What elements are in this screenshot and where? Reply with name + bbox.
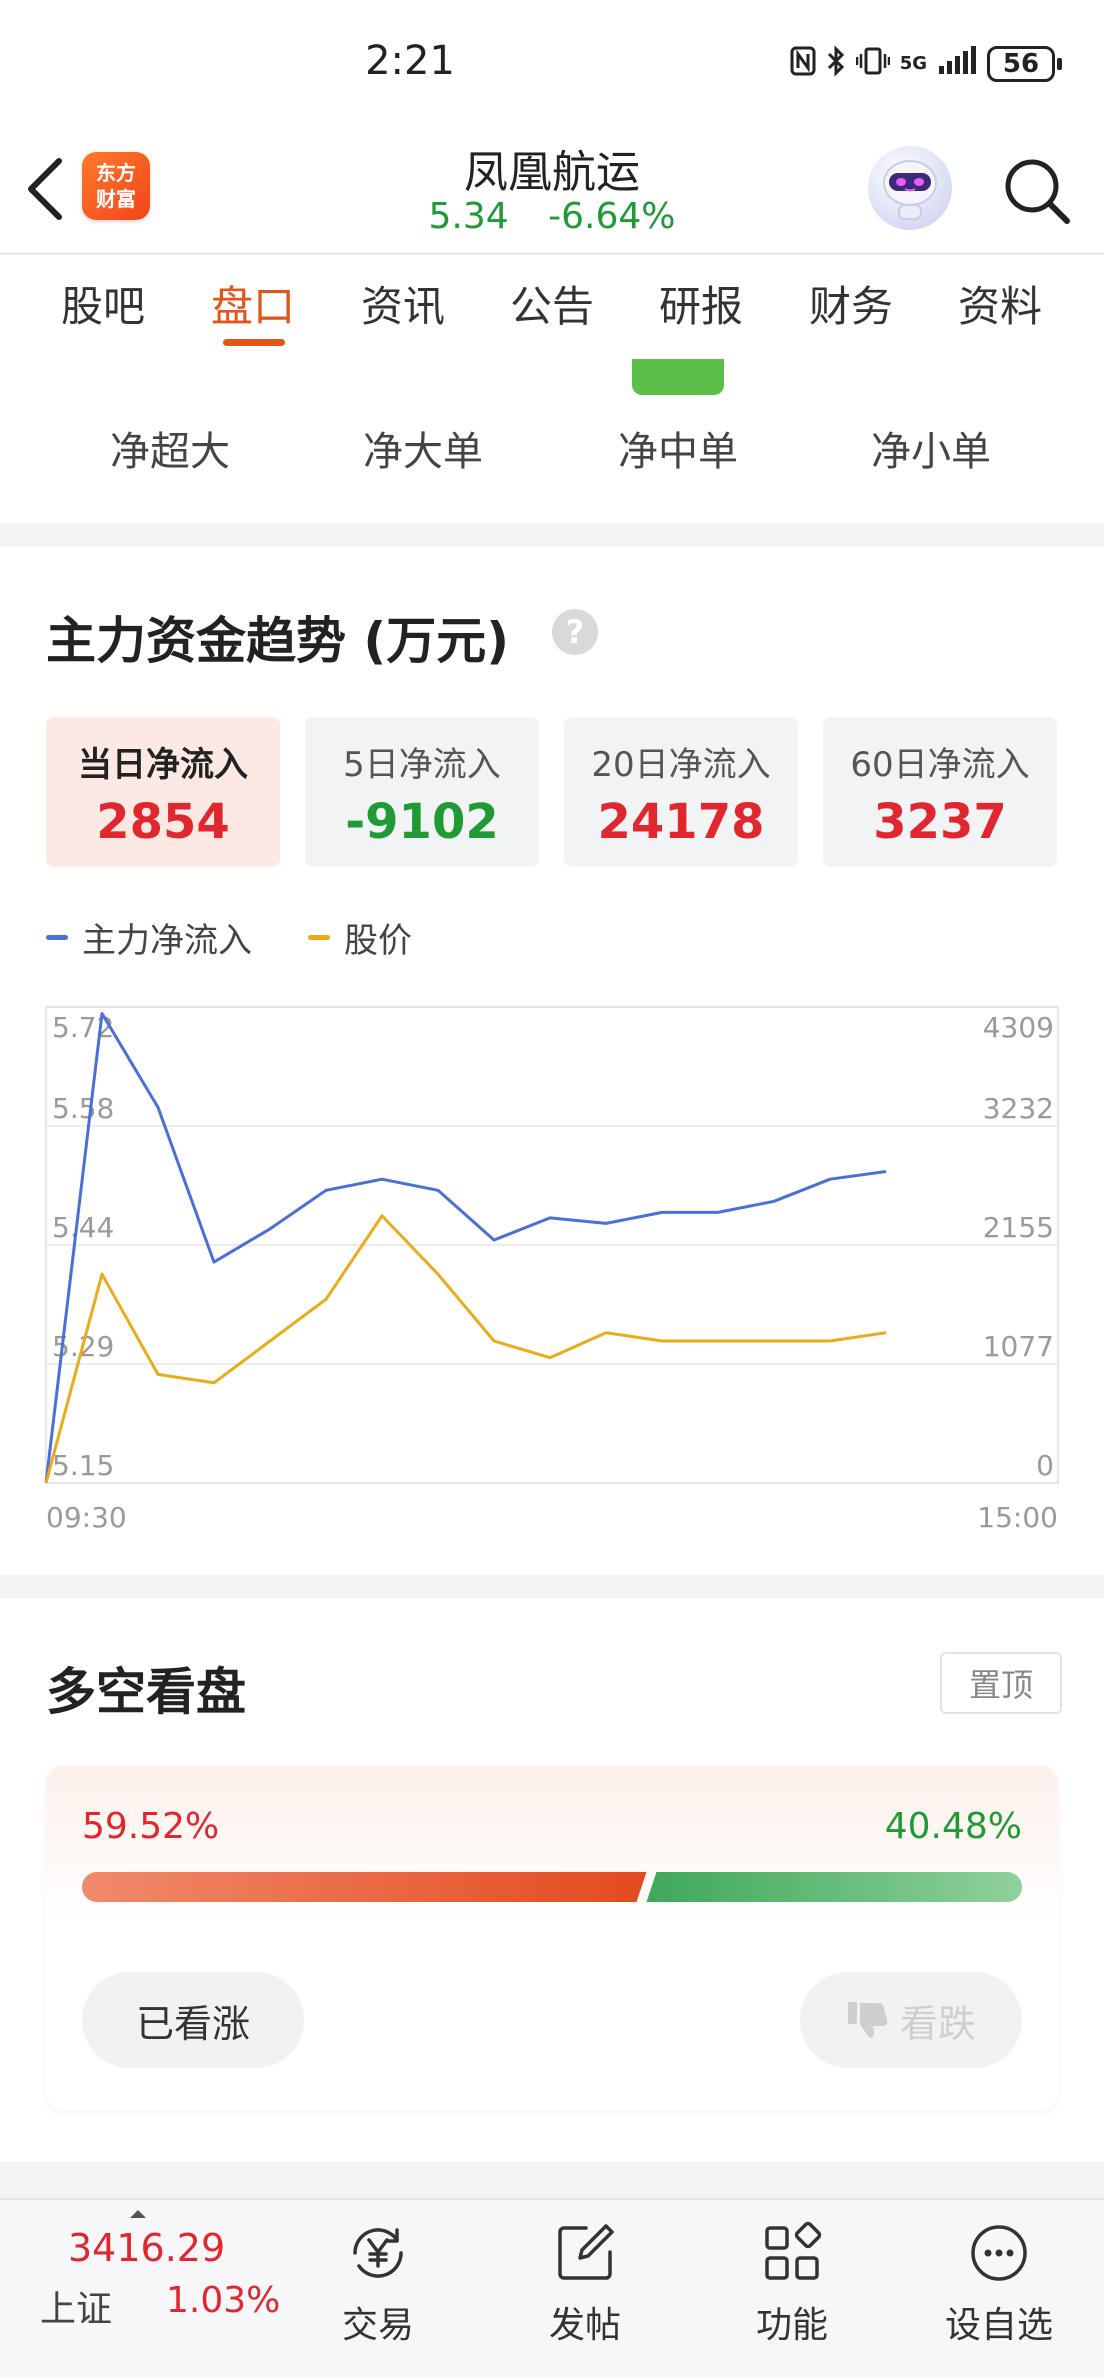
vote-panel: 59.52% 40.48% 已看涨 看跌 [46,1766,1058,2110]
tab-guba[interactable]: 股吧 [28,255,178,359]
fund-trend-card: 主力资金趋势 (万元) ? 当日净流入 2854 5日净流入 -9102 20日… [0,547,1104,1575]
bluetooth-icon [826,44,846,84]
thumbs-down-icon [847,2002,888,2038]
legend-item-price: 股价 [308,913,412,962]
robot-icon [883,160,937,220]
battery-indicator: 56 [987,46,1055,82]
nav-label-functions: 功能 [755,2305,828,2346]
right-axis-tick: 3232 [983,1092,1054,1125]
bottom-nav: 3416.29 上证 1.03% 交易 发帖 功能 设自选 [0,2198,1104,2378]
period-60d[interactable]: 60日净流入 3237 [823,717,1057,867]
subtab-net-super-large[interactable]: 净超大 [70,419,270,477]
bear-segment [646,1872,1022,1902]
sentiment-bar [82,1872,1022,1902]
period-20d[interactable]: 20日净流入 24178 [564,717,798,867]
status-time: 2:21 [365,38,455,84]
period-label: 当日净流入 [78,745,248,785]
nav-trade[interactable]: 交易 [308,2214,448,2364]
nav-functions[interactable]: 功能 [722,2214,862,2364]
tab-profile[interactable]: 资料 [925,255,1075,359]
series-line-stock-price [44,1214,887,1484]
period-5d[interactable]: 5日净流入 -9102 [305,717,539,867]
search-button[interactable] [996,150,1076,230]
tab-research[interactable]: 研报 [626,255,776,359]
period-value: 3237 [873,794,1007,850]
period-value: 24178 [597,794,765,850]
period-label: 20日净流入 [591,745,771,785]
bear-percentage: 40.48% [884,1806,1022,1847]
bearish-button[interactable]: 看跌 [800,1972,1022,2068]
apps-grid-icon [765,2221,822,2280]
series-line-net-inflow [44,1012,887,1484]
pin-button[interactable]: 置顶 [940,1652,1062,1714]
order-size-tabs: 净超大 净大单 净中单 净小单 [0,359,1104,523]
fund-trend-title: 主力资金趋势 (万元) [46,612,510,670]
right-axis-tick: 2155 [983,1211,1054,1244]
bull-bear-card: 多空看盘 置顶 59.52% 40.48% 已看涨 看跌 [0,1598,1104,2162]
vibrate-icon [855,46,890,83]
signal-icon [937,45,977,83]
nav-post[interactable]: 发帖 [515,2214,655,2364]
search-icon [1005,159,1070,224]
bull-segment [82,1872,647,1902]
battery-tip [1057,58,1062,70]
stock-price: 5.34 [428,196,509,237]
tab-finance[interactable]: 财务 [776,255,926,359]
subtab-net-medium[interactable]: 净中单 [578,419,778,477]
nav-label-watchlist: 设自选 [944,2305,1053,2346]
yen-refresh-icon [353,2228,403,2278]
nav-label-trade: 交易 [341,2305,414,2346]
bearish-label: 看跌 [899,2001,976,2046]
legend-swatch-price [308,935,330,940]
network-type: 5G [899,53,927,74]
period-label: 5日净流入 [343,745,501,785]
nav-label-post: 发帖 [548,2305,621,2346]
nfc-icon [790,46,816,83]
bull-bear-title: 多空看盘 [46,1663,246,1721]
period-value: 2854 [96,794,230,850]
chart-svg: 5.72 43095.58 32325.44 21555.29 10775.15 009:… [44,1006,1059,1534]
selected-subtab-marker [632,359,724,395]
tab-news[interactable]: 资讯 [328,255,478,359]
sentiment-svg [82,1872,1022,1902]
legend-label-price: 股价 [344,921,412,961]
left-axis-tick: 5.44 [52,1211,114,1244]
stock-change-pct: -6.64% [548,196,676,237]
legend-item-flow: 主力净流入 [46,913,252,962]
status-bar: 2:21 5G 56 [0,0,1104,130]
left-axis-tick: 5.58 [52,1092,114,1125]
ai-assistant-button[interactable] [868,146,952,230]
tab-bar: 股吧 盘口 资讯 公告 研报 财务 资料 [0,253,1104,361]
x-axis-label-start: 09:30 [46,1501,127,1534]
right-axis-tick: 1077 [983,1330,1054,1363]
more-dots-icon [971,2225,1027,2281]
edit-icon [558,2224,614,2280]
period-value: -9102 [345,794,499,850]
period-today[interactable]: 当日净流入 2854 [46,717,280,867]
bull-percentage: 59.52% [82,1806,220,1847]
left-axis-tick: 5.15 [52,1449,114,1482]
legend-swatch-flow [46,935,68,940]
subtab-net-small[interactable]: 净小单 [831,419,1031,477]
stock-header: 东方 财富 凤凰航运 5.34 -6.64% [0,130,1104,252]
period-label: 60日净流入 [850,745,1030,785]
voted-bullish-button[interactable]: 已看涨 [82,1972,304,2068]
nav-add-watchlist[interactable]: 设自选 [929,2214,1069,2364]
index-value: 3416.29 [68,2226,226,2270]
chart-legend: 主力净流入 股价 [46,913,468,962]
tab-announcements[interactable]: 公告 [477,255,627,359]
index-name: 上证 [40,2289,113,2330]
legend-label-flow: 主力净流入 [82,921,252,961]
subtab-net-large[interactable]: 净大单 [323,419,523,477]
right-axis-tick: 0 [1036,1449,1054,1482]
index-change: 1.03% [166,2280,281,2321]
x-axis-label-end: 15:00 [977,1501,1058,1534]
caret-up-icon [130,2210,146,2218]
right-axis-tick: 4309 [983,1011,1054,1044]
active-tab-indicator [223,339,285,346]
help-icon[interactable]: ? [552,609,598,655]
status-icons: 5G 56 [790,44,1062,84]
fund-flow-chart[interactable]: 5.72 4309 5.58 3232 5.44 2155 5.29 1077 5.15 0 09:… [0,987,1104,1577]
